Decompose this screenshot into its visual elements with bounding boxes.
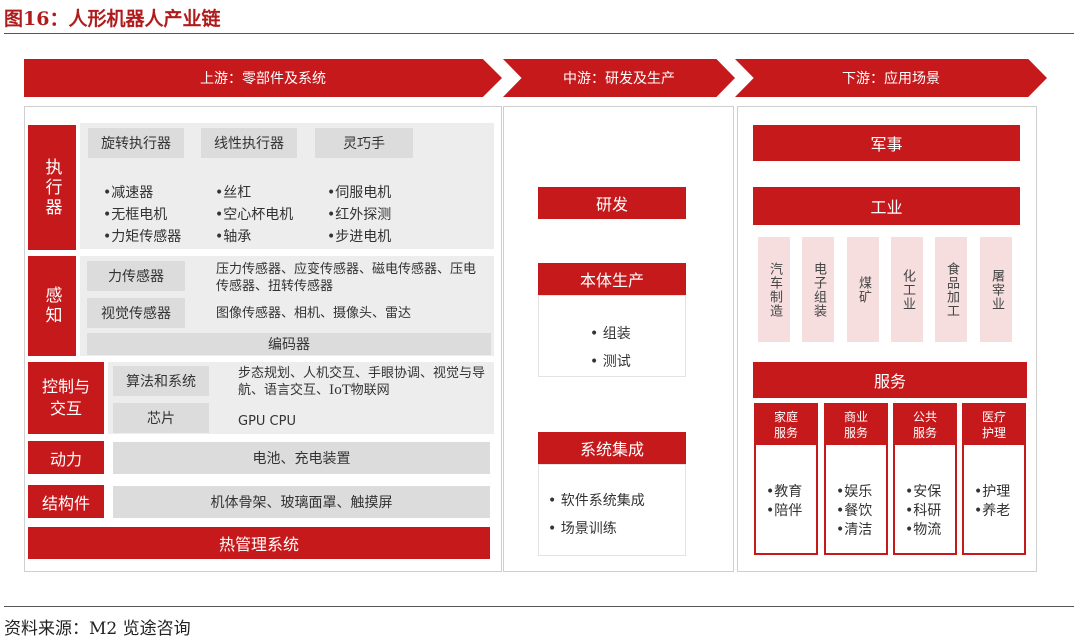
source-note: 资料来源：M2 览途咨询 xyxy=(4,619,191,639)
linear-actuator-chip: 线性执行器 xyxy=(201,128,297,158)
component-item: •空心杯电机 xyxy=(215,207,294,223)
service-col-home: 家庭服务 •教育 •陪伴 xyxy=(754,403,818,555)
rd-box: 研发 xyxy=(538,187,686,219)
component-item: •减速器 xyxy=(103,185,154,201)
industry-item: 食品加工 xyxy=(935,237,967,342)
thermal-system: 热管理系统 xyxy=(28,527,490,559)
service-box: 服务 xyxy=(753,362,1027,398)
component-item: •力矩传感器 xyxy=(103,229,182,245)
service-col-head: 公共服务 xyxy=(895,405,955,445)
encoder-chip: 编码器 xyxy=(87,333,491,355)
vision-sensor-chip: 视觉传感器 xyxy=(87,298,185,328)
industry-item: 煤矿 xyxy=(847,237,879,342)
component-item: •步进电机 xyxy=(327,229,392,245)
production-items: • 组装 • 测试 xyxy=(590,320,631,376)
list-item: • 场景训练 xyxy=(548,521,617,537)
dexterous-hand-chip: 灵巧手 xyxy=(315,128,413,158)
list-item: •餐饮 xyxy=(836,503,873,519)
structure-text: 机体骨架、玻璃面罩、触摸屏 xyxy=(113,486,490,518)
sensing-label: 感知 xyxy=(28,256,76,356)
component-item: •红外探测 xyxy=(327,207,392,223)
rotary-actuator-chip: 旋转执行器 xyxy=(88,128,184,158)
executor-label: 执行器 xyxy=(28,125,76,250)
list-item: •养老 xyxy=(974,503,1011,519)
algorithm-text: 步态规划、人机交互、手眼协调、视觉与导航、语言交互、IoT物联网 xyxy=(238,366,486,398)
service-col-head: 商业服务 xyxy=(826,405,886,445)
force-sensor-text: 压力传感器、应变传感器、磁电传感器、压电传感器、扭转传感器 xyxy=(216,262,477,294)
list-item: •陪伴 xyxy=(766,503,803,519)
executor-components: •减速器 •丝杠 •伺服电机 •无框电机 •空心杯电机 •红外探测 •力矩传感器… xyxy=(103,182,439,246)
list-item: •安保 xyxy=(905,484,942,500)
bottom-rule xyxy=(4,606,1074,607)
production-box: 本体生产 xyxy=(538,263,686,295)
service-col-head: 家庭服务 xyxy=(756,405,816,445)
list-item: •科研 xyxy=(905,503,942,519)
top-rule xyxy=(4,33,1074,34)
list-item: •物流 xyxy=(905,522,942,538)
midstream-header: 中游：研发及生产 xyxy=(503,59,735,97)
component-item: •无框电机 xyxy=(103,207,168,223)
list-item: • 软件系统集成 xyxy=(548,493,645,509)
component-item: •丝杠 xyxy=(215,185,252,201)
list-item: •教育 xyxy=(766,484,803,500)
chip-text: GPU CPU xyxy=(238,414,296,429)
integration-box: 系统集成 xyxy=(538,432,686,464)
service-col-business: 商业服务 •娱乐 •餐饮 •清洁 xyxy=(824,403,888,555)
upstream-header: 上游：零部件及系统 xyxy=(24,59,502,97)
list-item: •护理 xyxy=(974,484,1011,500)
chip-chip: 芯片 xyxy=(113,403,209,433)
force-sensor-chip: 力传感器 xyxy=(87,261,185,291)
industry-item: 屠宰业 xyxy=(980,237,1012,342)
industry-box: 工业 xyxy=(753,187,1020,225)
power-text: 电池、充电装置 xyxy=(113,442,490,474)
service-col-head: 医疗护理 xyxy=(964,405,1024,445)
military-box: 军事 xyxy=(753,125,1020,161)
control-label: 控制与交互 xyxy=(28,362,104,434)
downstream-header: 下游：应用场景 xyxy=(735,59,1047,97)
list-item: • 测试 xyxy=(590,354,631,370)
list-item: • 组装 xyxy=(590,326,631,342)
industry-item: 化工业 xyxy=(891,237,923,342)
list-item: •清洁 xyxy=(836,522,873,538)
industry-item: 电子组装 xyxy=(802,237,834,342)
component-item: •伺服电机 xyxy=(327,185,392,201)
component-item: •轴承 xyxy=(215,229,252,245)
integration-items: • 软件系统集成 • 场景训练 xyxy=(548,487,645,543)
structure-label: 结构件 xyxy=(28,485,104,518)
figure-title: 图16：人形机器人产业链 xyxy=(4,8,221,30)
vision-sensor-text: 图像传感器、相机、摄像头、雷达 xyxy=(216,306,412,321)
service-col-public: 公共服务 •安保 •科研 •物流 xyxy=(893,403,957,555)
industry-item: 汽车制造 xyxy=(758,237,790,342)
service-col-medical: 医疗护理 •护理 •养老 xyxy=(962,403,1026,555)
list-item: •娱乐 xyxy=(836,484,873,500)
algorithm-chip: 算法和系统 xyxy=(113,366,209,396)
power-label: 动力 xyxy=(28,441,104,474)
